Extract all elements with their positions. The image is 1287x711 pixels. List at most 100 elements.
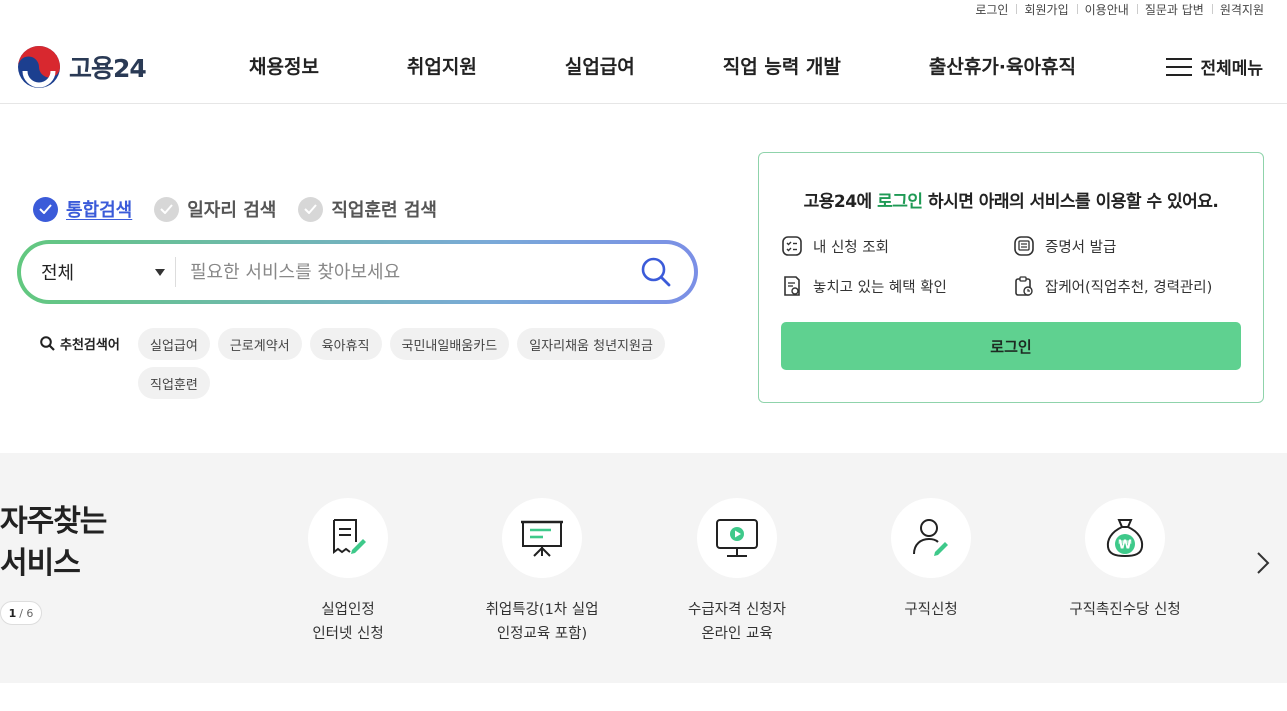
tab-label: 통합검색 [66, 200, 133, 221]
all-menu-label: 전체메뉴 [1200, 59, 1263, 79]
service-label: 증명서 발급 [1045, 239, 1117, 256]
service-label: 놓치고 있는 혜택 확인 [813, 279, 947, 296]
recommended-keywords-label: 추천검색어 [40, 334, 120, 353]
item-label-line2: 온라인 교육 [701, 626, 773, 642]
presentation-board-icon [521, 520, 563, 557]
frequent-item-job-seeking-allowance[interactable]: ₩ 구직촉진수당 신청 [1035, 498, 1215, 622]
frequent-title-line2: 서비스 [0, 546, 81, 581]
nav-item-employment-support[interactable]: 취업지원 [407, 52, 477, 79]
frequent-item-job-lecture[interactable]: 취업특강(1차 실업 인정교육 포함) [452, 498, 632, 646]
service-missed-benefits[interactable]: 놓치고 있는 혜택 확인 [781, 275, 947, 297]
frequent-item-online-education[interactable]: 수급자격 신청자 온라인 교육 [647, 498, 827, 646]
search-tabs: 통합검색 일자리 검색 직업훈련 검색 [33, 196, 459, 222]
caret-down-icon [155, 268, 165, 276]
tab-label: 직업훈련 검색 [331, 200, 437, 221]
login-title-post: 하시면 아래의 서비스를 이용할 수 있어요. [922, 192, 1219, 212]
checklist-icon [782, 236, 802, 256]
check-icon [33, 196, 58, 222]
search-button[interactable] [634, 250, 678, 294]
government-emblem-icon [18, 46, 60, 88]
keyword-chip[interactable]: 실업급여 [138, 328, 210, 360]
nav-item-job-skills[interactable]: 직업 능력 개발 [723, 52, 841, 79]
all-menu-button[interactable]: 전체메뉴 [1166, 54, 1263, 79]
check-icon [154, 196, 180, 222]
service-certificate[interactable]: 증명서 발급 [1013, 235, 1116, 257]
item-icon-circle [697, 498, 777, 578]
keyword-chip[interactable]: 육아휴직 [309, 328, 382, 360]
service-jobcare[interactable]: 잡케어(직업추천, 경력관리) [1013, 275, 1212, 297]
util-remote-support-link[interactable]: 원격지원 [1211, 1, 1264, 18]
clipboard-clock-icon [1015, 276, 1033, 296]
hamburger-icon [1166, 57, 1193, 77]
nav-item-unemployment-benefits[interactable]: 실업급여 [565, 52, 635, 79]
nav-item-parental-leave[interactable]: 출산휴가·육아휴직 [929, 52, 1076, 79]
util-guide-link[interactable]: 이용안내 [1076, 1, 1137, 18]
item-label-line1: 수급자격 신청자 [688, 602, 786, 618]
item-label-line1: 구직신청 [904, 602, 958, 618]
item-label: 구직촉진수당 신청 [1035, 598, 1215, 622]
svg-text:₩: ₩ [1118, 538, 1132, 552]
chevron-right-icon[interactable] [1255, 551, 1271, 575]
login-title-pre: 고용24에 [803, 192, 878, 212]
item-label-line1: 구직촉진수당 신청 [1069, 602, 1181, 618]
recommended-label-text: 추천검색어 [60, 338, 120, 353]
item-icon-circle [502, 498, 582, 578]
keyword-chip[interactable]: 국민내일배움카드 [389, 328, 510, 360]
item-label: 수급자격 신청자 온라인 교육 [647, 598, 827, 646]
item-icon-circle [308, 498, 388, 578]
pager-total: 6 [26, 606, 34, 620]
site-header: 고용24 채용정보 취업지원 실업급여 직업 능력 개발 출산휴가·육아휴직 전… [0, 30, 1287, 104]
item-label: 취업특강(1차 실업 인정교육 포함) [452, 598, 632, 646]
certificate-icon [1014, 236, 1034, 256]
utility-bar: 로그인 회원가입 이용안내 질문과 답변 원격지원 [967, 0, 1264, 18]
search-category-select[interactable]: 전체 [21, 244, 175, 300]
site-logo[interactable]: 고용24 [17, 45, 147, 89]
item-label-line1: 실업인정 [321, 602, 375, 618]
keyword-chip[interactable]: 직업훈련 [138, 367, 210, 399]
item-label-line2: 인정교육 포함) [496, 626, 588, 642]
video-monitor-icon [716, 519, 758, 557]
search-icon [641, 257, 671, 287]
item-label-line1: 취업특강(1차 실업 [485, 602, 599, 618]
util-qna-link[interactable]: 질문과 답변 [1136, 1, 1212, 18]
util-login-link[interactable]: 로그인 [967, 1, 1016, 18]
carousel-pager: 1/ 6 [0, 601, 42, 625]
money-bag-icon: ₩ [1106, 519, 1144, 558]
keyword-chip[interactable]: 일자리채움 청년지원금 [517, 328, 665, 360]
pager-current: 1 [8, 606, 17, 620]
item-icon-circle [891, 498, 971, 578]
login-button[interactable]: 로그인 [781, 322, 1241, 370]
recommended-keywords: 실업급여 근로계약서 육아휴직 국민내일배움카드 일자리채움 청년지원금 직업훈… [138, 328, 678, 406]
search-input[interactable] [176, 261, 634, 283]
service-label: 내 신청 조회 [813, 239, 889, 256]
nav-item-jobs[interactable]: 채용정보 [249, 52, 319, 79]
search-box: 전체 [17, 240, 698, 304]
service-my-applications[interactable]: 내 신청 조회 [781, 235, 889, 257]
frequent-services-title: 자주찾는 서비스 [0, 501, 107, 585]
tab-label: 일자리 검색 [187, 200, 277, 221]
item-icon-circle: ₩ [1085, 498, 1165, 578]
frequent-item-job-application[interactable]: 구직신청 [841, 498, 1021, 622]
service-label: 잡케어(직업추천, 경력관리) [1045, 279, 1213, 296]
item-label: 구직신청 [841, 598, 1021, 622]
frequent-title-line1: 자주찾는 [0, 504, 107, 539]
frequent-item-unemployment-certification[interactable]: 실업인정 인터넷 신청 [258, 498, 438, 646]
search-icon [40, 336, 55, 351]
logo-text: 고용24 [69, 54, 147, 83]
tab-training-search[interactable]: 직업훈련 검색 [298, 196, 437, 222]
util-signup-link[interactable]: 회원가입 [1016, 1, 1076, 18]
login-title-highlight: 로그인 [877, 192, 923, 212]
keyword-chip[interactable]: 근로계약서 [217, 328, 302, 360]
document-pen-icon [333, 519, 366, 554]
page-bottom-spacer [0, 683, 1287, 711]
tab-job-search[interactable]: 일자리 검색 [154, 196, 276, 222]
login-panel-title: 고용24에 로그인 하시면 아래의 서비스를 이용할 수 있어요. [759, 187, 1263, 212]
item-label-line2: 인터넷 신청 [312, 626, 384, 642]
tab-integrated-search[interactable]: 통합검색 [33, 196, 132, 222]
search-category-value: 전체 [41, 263, 75, 284]
frequent-services-section: 자주찾는 서비스 1/ 6 실업인정 인터넷 신청 취업특강(1차 실업 인정교… [0, 453, 1287, 683]
check-icon [298, 196, 324, 222]
login-panel: 고용24에 로그인 하시면 아래의 서비스를 이용할 수 있어요. 내 신청 조… [758, 152, 1264, 403]
item-label: 실업인정 인터넷 신청 [258, 598, 438, 646]
search-box-inner: 전체 [21, 244, 694, 300]
